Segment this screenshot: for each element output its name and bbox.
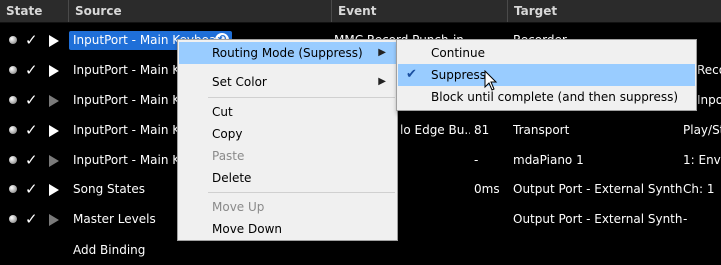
state-dot-icon[interactable]: [9, 215, 17, 223]
context-menu: Routing Mode (Suppress) ▶ Set Color ▶ Cu…: [177, 39, 398, 241]
menu-item-label: Move Down: [212, 222, 282, 236]
menu-item-paste[interactable]: Paste: [179, 145, 396, 167]
param-cell[interactable]: 0ms: [474, 174, 508, 204]
extra-cell[interactable]: Play/St: [683, 115, 721, 145]
submenu-item-suppress[interactable]: ✔ Suppress: [398, 64, 695, 86]
play-icon[interactable]: [49, 184, 59, 196]
target-cell[interactable]: Output Port - External Synth: [513, 204, 683, 234]
extra-cell[interactable]: -: [683, 204, 721, 234]
menu-item-label: Move Up: [212, 200, 265, 214]
state-dot-icon[interactable]: [9, 66, 17, 74]
check-icon[interactable]: ✓: [25, 174, 38, 204]
menu-item-copy[interactable]: Copy: [179, 123, 396, 145]
submenu-item-continue[interactable]: Continue: [398, 42, 695, 64]
source-cell[interactable]: InputPort - Main Ke: [73, 55, 177, 85]
event-cell[interactable]: lo Edge Bu...: [400, 115, 470, 145]
menu-separator: [208, 97, 395, 98]
source-cell[interactable]: InputPort - Main Ke: [73, 115, 177, 145]
check-icon[interactable]: ✓: [25, 145, 38, 175]
column-header-event[interactable]: Event: [332, 0, 508, 22]
play-icon[interactable]: [49, 35, 59, 47]
menu-item-label: Delete: [212, 171, 252, 185]
chevron-right-icon: ▶: [378, 47, 386, 58]
check-icon[interactable]: ✓: [25, 85, 38, 115]
check-icon[interactable]: ✓: [25, 25, 38, 55]
menu-item-routing-mode[interactable]: Routing Mode (Suppress) ▶: [179, 42, 396, 64]
table-header: State Source Event Target: [0, 0, 721, 23]
state-dot-icon[interactable]: [9, 185, 17, 193]
state-dot-icon[interactable]: [9, 126, 17, 134]
check-icon[interactable]: ✓: [25, 204, 38, 234]
target-cell[interactable]: Output Port - External Synth: [513, 174, 683, 204]
source-cell[interactable]: Master Levels: [73, 204, 177, 234]
play-icon[interactable]: [49, 214, 59, 226]
source-cell[interactable]: InputPort - Main Ke: [73, 145, 177, 175]
chevron-right-icon: ▶: [378, 76, 386, 87]
mouse-cursor-icon: [484, 70, 498, 91]
param-cell[interactable]: -: [474, 145, 508, 175]
target-cell[interactable]: mdaPiano 1: [513, 145, 683, 175]
menu-item-label: Continue: [431, 46, 485, 60]
state-dot-icon[interactable]: [9, 36, 17, 44]
column-header-source[interactable]: Source: [69, 0, 332, 22]
add-binding-button[interactable]: Add Binding: [73, 235, 193, 265]
source-cell[interactable]: Song States: [73, 174, 177, 204]
extra-cell[interactable]: Inpo: [697, 85, 721, 115]
menu-item-cut[interactable]: Cut: [179, 101, 396, 123]
source-cell[interactable]: InputPort - Main Ke: [73, 85, 177, 115]
column-header-target[interactable]: Target: [508, 0, 721, 22]
menu-item-move-up[interactable]: Move Up: [179, 196, 396, 218]
check-icon[interactable]: ✓: [25, 115, 38, 145]
play-icon[interactable]: [49, 155, 59, 167]
menu-separator: [208, 192, 395, 193]
routing-mode-submenu: Continue ✔ Suppress Block until complete…: [396, 39, 697, 111]
menu-item-set-color[interactable]: Set Color ▶: [179, 71, 396, 93]
menu-item-label: Suppress: [431, 68, 487, 82]
submenu-item-block[interactable]: Block until complete (and then suppress): [398, 86, 695, 108]
play-icon[interactable]: [49, 65, 59, 77]
menu-item-label: Set Color: [212, 75, 267, 89]
menu-item-label: Copy: [212, 127, 243, 141]
state-dot-icon[interactable]: [9, 156, 17, 164]
menu-item-move-down[interactable]: Move Down: [179, 218, 396, 240]
state-dot-icon[interactable]: [9, 96, 17, 104]
play-icon[interactable]: [49, 125, 59, 137]
checkmark-icon: ✔: [406, 67, 417, 82]
menu-item-label: Routing Mode (Suppress): [212, 46, 363, 60]
column-header-state[interactable]: State: [0, 0, 69, 22]
target-cell[interactable]: Transport: [513, 115, 683, 145]
play-icon[interactable]: [49, 95, 59, 107]
extra-cell[interactable]: Ch: 1: [683, 174, 721, 204]
menu-item-label: Paste: [212, 149, 245, 163]
menu-item-label: Cut: [212, 105, 233, 119]
extra-cell[interactable]: Record: [697, 55, 721, 85]
param-cell[interactable]: 81: [474, 115, 508, 145]
menu-item-label: Block until complete (and then suppress): [431, 90, 679, 104]
extra-cell[interactable]: 1: Enve: [683, 145, 721, 175]
menu-item-delete[interactable]: Delete: [179, 167, 396, 189]
check-icon[interactable]: ✓: [25, 55, 38, 85]
